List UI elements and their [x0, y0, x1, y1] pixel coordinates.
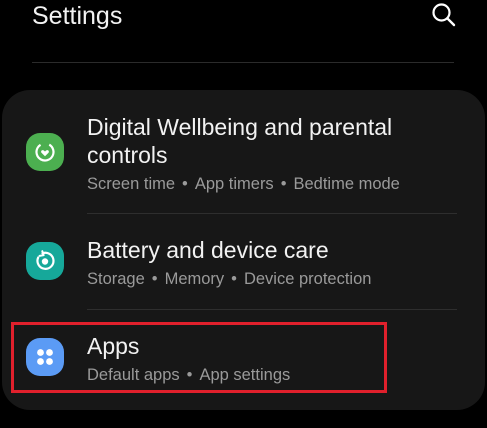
subtitle-part: App settings: [199, 366, 291, 384]
device-care-icon: [26, 242, 64, 280]
settings-item-battery-device-care[interactable]: Battery and device care Storage • Memory • D…: [2, 214, 485, 309]
digital-wellbeing-icon: [26, 133, 64, 171]
settings-item-subtitle: Screen time • App timers • Bedtime mode: [87, 174, 400, 194]
settings-item-title: Battery and device care: [87, 237, 329, 263]
settings-item-subtitle: Default apps • App settings: [87, 365, 290, 385]
subtitle-separator: •: [151, 270, 158, 288]
subtitle-separator: •: [182, 175, 188, 193]
subtitle-separator: •: [280, 175, 287, 193]
settings-item-subtitle: Storage • Memory • Device protection: [87, 269, 371, 289]
settings-item-title-line2: controls: [87, 142, 168, 168]
device-care-glyph: [36, 250, 55, 270]
subtitle-part: App timers: [194, 175, 274, 193]
digital-wellbeing-glyph: [35, 142, 55, 162]
settings-item-digital-wellbeing[interactable]: Digital Wellbeing and parental controls …: [2, 90, 485, 213]
settings-item-title: Apps: [87, 333, 140, 359]
settings-item-apps[interactable]: Apps Default apps • App settings: [2, 310, 485, 405]
apps-grid-glyph: [37, 349, 53, 365]
search-button[interactable]: [428, 0, 460, 30]
subtitle-part: Storage: [87, 270, 145, 288]
page-title: Settings: [32, 2, 123, 30]
subtitle-part: Screen time: [87, 175, 176, 193]
search-icon: [432, 3, 456, 27]
subtitle-part: Memory: [164, 270, 225, 288]
app-bar: Settings: [0, 0, 487, 62]
subtitle-part: Bedtime mode: [293, 175, 400, 193]
settings-item-title: Digital Wellbeing and parental: [87, 114, 393, 140]
settings-card: Digital Wellbeing and parental controls …: [2, 90, 485, 410]
subtitle-separator: •: [186, 366, 193, 384]
subtitle-part: Device protection: [243, 270, 372, 288]
apps-grid-icon: [26, 338, 64, 376]
header-divider: [32, 62, 454, 63]
subtitle-part: Default apps: [87, 366, 180, 384]
subtitle-separator: •: [231, 270, 237, 288]
